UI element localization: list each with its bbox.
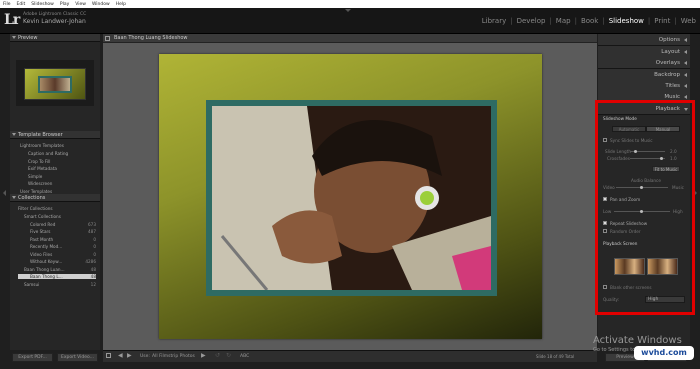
template-browser-header[interactable]: Template Browser bbox=[10, 131, 100, 139]
catalog-name: Adobe Lightroom Classic CC bbox=[23, 12, 87, 17]
template-item[interactable]: Caption and Rating bbox=[28, 151, 68, 156]
disclosure-icon bbox=[684, 95, 687, 99]
module-map[interactable]: Map bbox=[556, 17, 571, 25]
template-browser-label: Template Browser bbox=[18, 132, 63, 138]
left-panel: Preview Template Browser Lightroom Templ… bbox=[10, 34, 100, 350]
menu-file[interactable]: File bbox=[3, 2, 11, 7]
user-name: Kevin Landwer-Johan bbox=[23, 18, 86, 25]
disclosure-icon bbox=[684, 50, 687, 54]
lightroom-logo: Lr bbox=[4, 12, 20, 28]
disclosure-icon bbox=[684, 73, 687, 77]
disclosure-icon bbox=[12, 133, 16, 136]
collection-item[interactable]: Filter Collections bbox=[18, 206, 96, 211]
disclosure-icon bbox=[12, 36, 16, 39]
menu-view[interactable]: View bbox=[75, 2, 86, 7]
disclosure-icon bbox=[12, 196, 16, 199]
module-develop[interactable]: Develop bbox=[517, 17, 546, 25]
disclosure-icon bbox=[684, 84, 687, 88]
left-panel-collapse-icon[interactable] bbox=[3, 190, 6, 196]
collection-item-selected[interactable]: Baan Thong L... 48 bbox=[30, 274, 96, 279]
slide-counter: Slide 18 of 49 Total bbox=[536, 354, 575, 359]
activate-windows-title: Activate Windows bbox=[593, 335, 682, 346]
template-item[interactable]: Exif Metadata bbox=[28, 166, 57, 171]
disclosure-icon bbox=[684, 61, 687, 65]
use-dropdown[interactable]: All Filmstrip Photos bbox=[152, 354, 195, 359]
options-section-header[interactable]: Options bbox=[598, 34, 690, 46]
preview-photo bbox=[38, 76, 72, 93]
menu-bar: File Edit Slideshow Play View Window Hel… bbox=[0, 0, 700, 8]
rotate-left-icon[interactable]: ↺ bbox=[215, 352, 220, 359]
module-slideshow[interactable]: Slideshow bbox=[609, 17, 644, 25]
use-label: Use: bbox=[140, 354, 150, 359]
preview-panel-header[interactable]: Preview bbox=[10, 34, 100, 42]
export-video-button[interactable]: Export Video... bbox=[57, 353, 98, 362]
module-library[interactable]: Library bbox=[482, 17, 506, 25]
overlays-section-header[interactable]: Overlays bbox=[598, 57, 690, 69]
module-book[interactable]: Book bbox=[581, 17, 598, 25]
top-panel-collapse-icon[interactable] bbox=[345, 9, 351, 12]
play-icon[interactable]: ▶ bbox=[201, 352, 206, 359]
collection-item[interactable]: Colored Red 673 bbox=[30, 222, 96, 227]
menu-help[interactable]: Help bbox=[116, 2, 126, 7]
slideshow-title: Baan Thong Luang Slideshow bbox=[114, 35, 188, 41]
next-icon[interactable]: ▶ bbox=[127, 352, 132, 359]
site-watermark-logo: wvhd.com bbox=[634, 346, 694, 360]
collection-item[interactable]: Video Files 0 bbox=[30, 252, 96, 257]
template-item[interactable]: Crop To Fill bbox=[28, 159, 50, 164]
menu-slideshow[interactable]: Slideshow bbox=[31, 2, 54, 7]
template-folder-lightroom[interactable]: Lightroom Templates bbox=[20, 143, 64, 148]
template-item[interactable]: Simple bbox=[28, 174, 42, 179]
collection-item[interactable]: Baan Thong Luan... 48 bbox=[24, 267, 96, 272]
collection-item[interactable]: Without Keyw... 4286 bbox=[30, 259, 96, 264]
menu-window[interactable]: Window bbox=[92, 2, 110, 7]
collections-header[interactable]: Collections bbox=[10, 194, 100, 202]
photo-illustration bbox=[212, 106, 491, 290]
add-text-button[interactable]: ABC bbox=[240, 354, 249, 359]
collection-icon bbox=[105, 36, 110, 41]
rotate-right-icon[interactable]: ↻ bbox=[226, 352, 231, 359]
collections-label: Collections bbox=[18, 195, 46, 201]
stop-icon[interactable] bbox=[106, 353, 111, 358]
disclosure-icon bbox=[684, 38, 687, 42]
module-print[interactable]: Print bbox=[654, 17, 670, 25]
menu-edit[interactable]: Edit bbox=[17, 2, 26, 7]
export-pdf-button[interactable]: Export PDF... bbox=[12, 353, 53, 362]
preview-label: Preview bbox=[18, 35, 38, 41]
collection-item[interactable]: Smart Collections bbox=[24, 214, 96, 219]
collection-item[interactable]: Five Stars 487 bbox=[30, 229, 96, 234]
collection-item[interactable]: Past Month 0 bbox=[30, 237, 96, 242]
left-buttons: Export PDF... Export Video... bbox=[12, 353, 98, 362]
menu-play[interactable]: Play bbox=[60, 2, 69, 7]
collection-item[interactable]: Samsui 12 bbox=[24, 282, 96, 287]
playback-highlight-box bbox=[595, 100, 695, 315]
module-picker: Library | Develop | Map | Book | Slideshow | … bbox=[481, 17, 696, 25]
preview-box bbox=[16, 60, 94, 106]
previous-icon[interactable]: ◀ bbox=[118, 352, 123, 359]
template-item[interactable]: Widescreen bbox=[28, 181, 52, 186]
preview-thumbnail bbox=[24, 68, 86, 100]
collection-item[interactable]: Recently Mod... 0 bbox=[30, 244, 96, 249]
module-web[interactable]: Web bbox=[681, 17, 696, 25]
